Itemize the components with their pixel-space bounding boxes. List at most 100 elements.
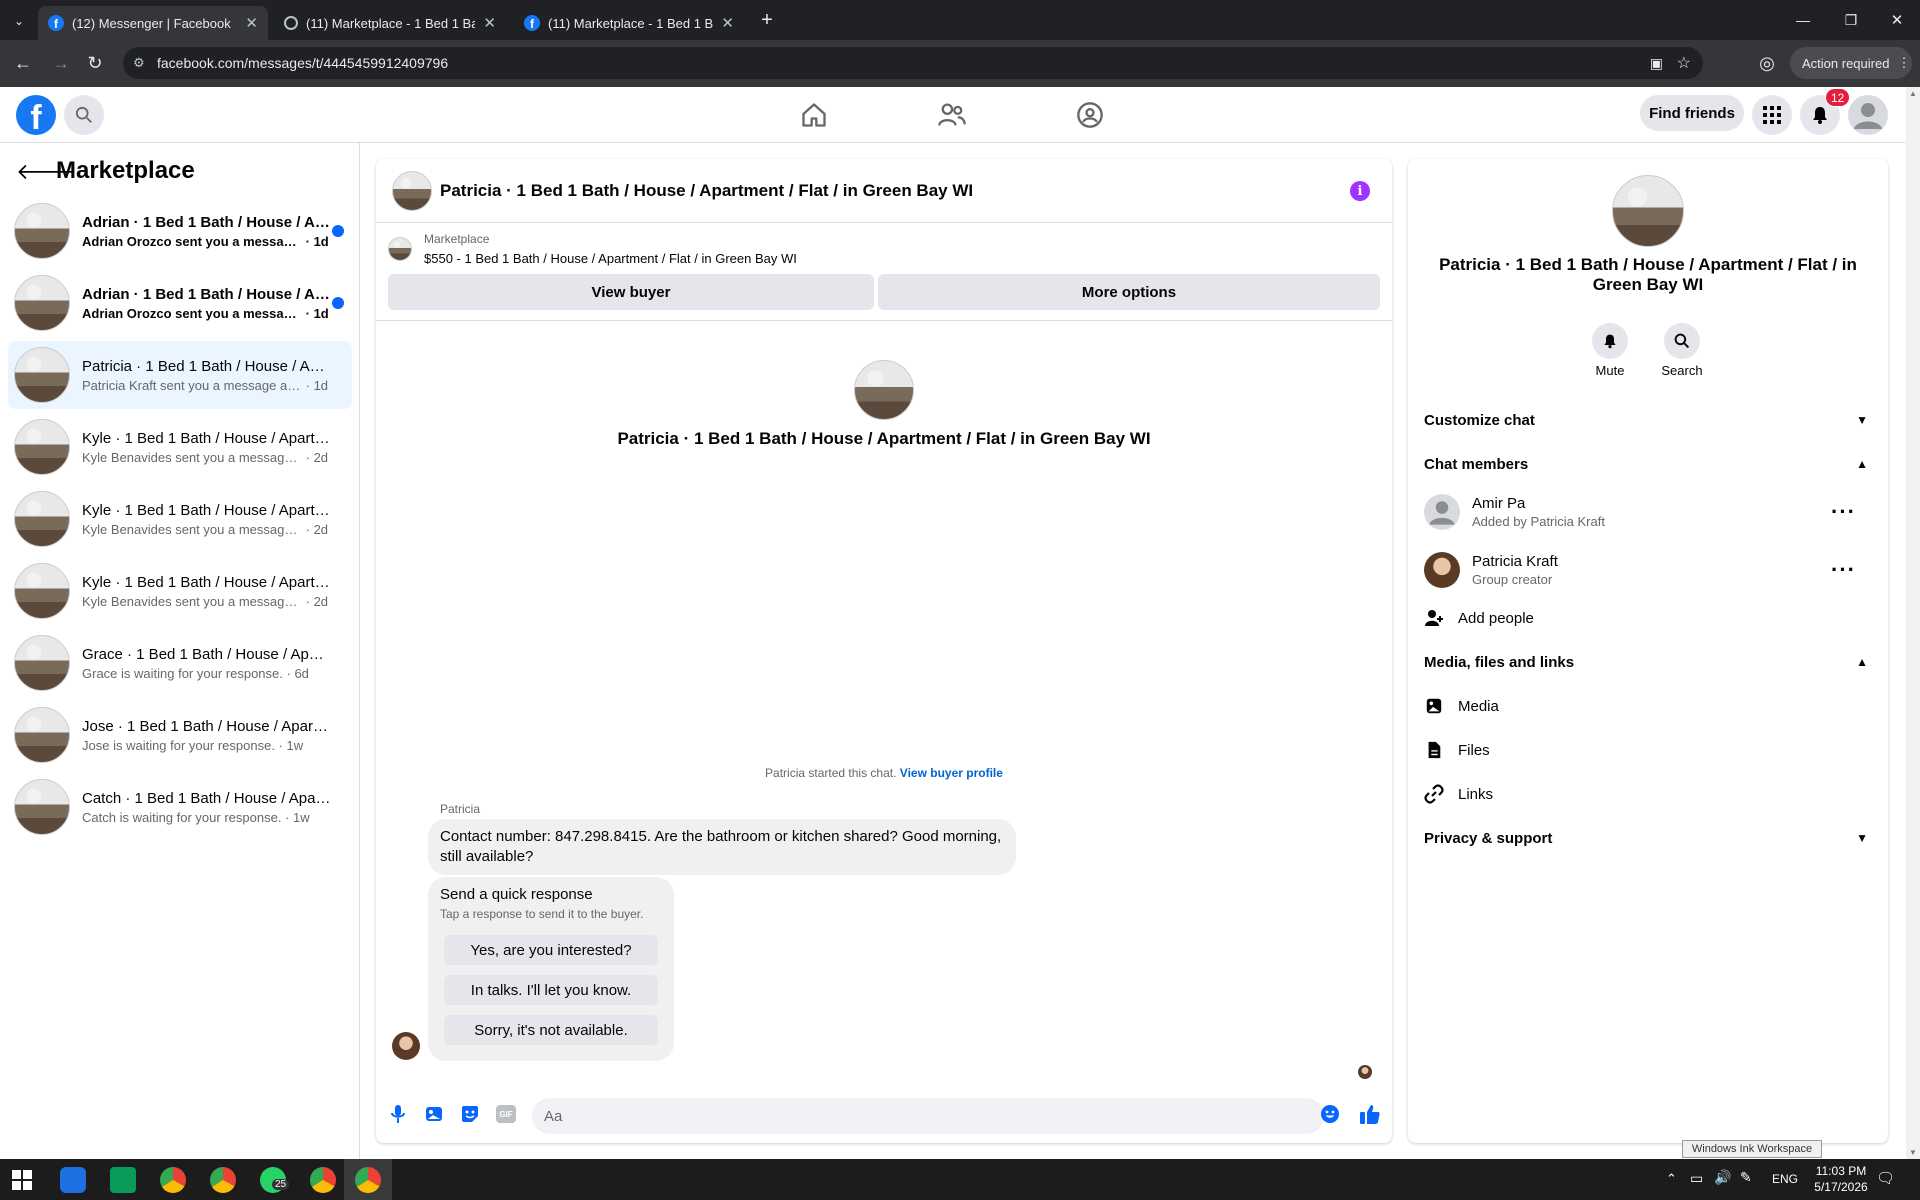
clock-time: 11:03 PM <box>1815 1164 1867 1178</box>
chat-thumbnail[interactable] <box>392 170 432 211</box>
conversation-item[interactable]: Kyle · 1 Bed 1 Bath / House / Apartment … <box>8 557 352 625</box>
restore-window-icon[interactable]: ❐ <box>1838 7 1864 33</box>
chat-title[interactable]: Patricia · 1 Bed 1 Bath / House / Apartm… <box>440 181 973 201</box>
media-row[interactable]: Media <box>1424 686 1872 726</box>
search-in-chat-button[interactable] <box>1664 323 1700 359</box>
quick-response-not-available-button[interactable]: Sorry, it's not available. <box>444 1015 658 1045</box>
chat-members-section[interactable]: Chat members ▲ <box>1424 444 1872 484</box>
emoji-icon[interactable] <box>1318 1102 1342 1126</box>
nav-friends[interactable] <box>934 97 970 133</box>
nav-home[interactable] <box>796 97 832 133</box>
quick-response-in-talks-button[interactable]: In talks. I'll let you know. <box>444 975 658 1005</box>
files-label: Files <box>1458 741 1490 759</box>
mute-button[interactable] <box>1592 323 1628 359</box>
back-icon[interactable]: ← <box>10 50 36 76</box>
photo-icon[interactable] <box>422 1102 446 1126</box>
privacy-support-section[interactable]: Privacy & support ▼ <box>1424 818 1872 858</box>
conversation-item[interactable]: Adrian · 1 Bed 1 Bath / House / Apartmen… <box>8 197 352 265</box>
conversation-preview: Adrian Orozco sent you a message... <box>82 233 302 249</box>
account-avatar[interactable] <box>1848 95 1888 135</box>
sender-avatar[interactable] <box>392 1032 420 1060</box>
conversation-time: · 1w <box>274 737 304 753</box>
banner-listing[interactable]: $550 - 1 Bed 1 Bath / House / Apartment … <box>424 251 797 266</box>
info-icon[interactable]: i <box>1350 181 1370 201</box>
scroll-up-icon[interactable]: ▲ <box>1909 89 1917 98</box>
language-indicator[interactable]: ENG <box>1772 1172 1798 1186</box>
profile-icon[interactable]: ◎ <box>1754 50 1780 76</box>
volume-icon[interactable]: 🔊 <box>1714 1169 1731 1186</box>
sticker-icon[interactable] <box>458 1102 482 1126</box>
action-required-button[interactable]: Action required ⋮ <box>1790 47 1912 79</box>
search-button[interactable] <box>64 95 104 135</box>
active-taskbar-item[interactable] <box>344 1159 392 1200</box>
find-friends-button[interactable]: Find friends <box>1640 95 1744 131</box>
conversation-item[interactable]: Grace · 1 Bed 1 Bath / House / Apartment… <box>8 629 352 697</box>
close-window-icon[interactable]: ✕ <box>1884 7 1910 33</box>
address-bar[interactable]: ⚙ facebook.com/messages/t/44454599124097… <box>123 47 1703 79</box>
more-options-button[interactable]: More options <box>878 274 1380 310</box>
conversation-item-selected[interactable]: Patricia · 1 Bed 1 Bath / House / Apartm… <box>8 341 352 409</box>
view-buyer-profile-link[interactable]: View buyer profile <box>900 766 1003 780</box>
links-row[interactable]: Links <box>1424 774 1872 814</box>
facebook-logo-icon[interactable]: f <box>16 95 56 135</box>
tab-title: (12) Messenger | Facebook <box>72 15 231 31</box>
gif-icon[interactable]: GIF <box>494 1102 518 1126</box>
conversation-item[interactable]: Jose · 1 Bed 1 Bath / House / Apartment … <box>8 701 352 769</box>
member-row[interactable]: Amir Pa Added by Patricia Kraft ··· <box>1424 486 1872 538</box>
media-files-links-section[interactable]: Media, files and links ▲ <box>1424 642 1872 682</box>
install-app-icon[interactable]: ▣ <box>1650 55 1663 72</box>
close-tab-icon[interactable]: ✕ <box>721 14 734 32</box>
microphone-icon[interactable] <box>386 1102 410 1126</box>
close-tab-icon[interactable]: ✕ <box>483 14 496 32</box>
quick-response-card: Send a quick response Tap a response to … <box>428 877 674 1061</box>
scroll-down-icon[interactable]: ▼ <box>1909 1148 1917 1157</box>
minimize-window-icon[interactable]: — <box>1790 7 1816 33</box>
files-row[interactable]: Files <box>1424 730 1872 770</box>
site-settings-icon[interactable]: ⚙ <box>133 55 145 71</box>
conversation-preview: Grace is waiting for your response. <box>82 665 283 681</box>
customize-chat-section[interactable]: Customize chat ▼ <box>1424 400 1872 440</box>
tray-chevron-icon[interactable]: ⌃ <box>1666 1171 1677 1187</box>
chrome-icon[interactable] <box>210 1167 236 1193</box>
conversation-item[interactable]: Kyle · 1 Bed 1 Bath / House / Apartment … <box>8 485 352 553</box>
conversation-item[interactable]: Kyle · 1 Bed 1 Bath / House / Apartment … <box>8 413 352 481</box>
network-icon[interactable]: ▭ <box>1690 1170 1703 1187</box>
bookmark-star-icon[interactable]: ☆ <box>1677 53 1691 73</box>
reload-icon[interactable]: ↻ <box>82 50 108 76</box>
app-icon-1[interactable] <box>60 1167 86 1193</box>
conversation-name: Jose · 1 Bed 1 Bath / House / Apartment … <box>82 717 332 735</box>
close-tab-icon[interactable]: ✕ <box>245 14 258 32</box>
facebook-favicon-icon: f <box>48 15 64 31</box>
more-options-icon[interactable]: ··· <box>1831 499 1856 525</box>
tab-search-chevron-icon[interactable]: ⌄ <box>6 8 32 34</box>
app-icon-2[interactable] <box>110 1167 136 1193</box>
add-people-row[interactable]: Add people <box>1424 598 1872 638</box>
notification-center-icon[interactable]: 🗨 <box>1876 1169 1895 1187</box>
chrome-icon[interactable] <box>310 1167 336 1193</box>
nav-groups[interactable] <box>1072 97 1108 133</box>
mute-label: Mute <box>1595 363 1625 378</box>
chrome-icon[interactable] <box>160 1167 186 1193</box>
new-tab-icon[interactable]: + <box>754 7 780 33</box>
pen-ink-icon[interactable]: ✎ <box>1740 1169 1752 1186</box>
marketplace-banner: Marketplace $550 - 1 Bed 1 Bath / House … <box>376 223 1392 321</box>
conversation-item[interactable]: Catch · 1 Bed 1 Bath / House / Apartment… <box>8 773 352 841</box>
like-thumbs-up-icon[interactable] <box>1358 1102 1382 1126</box>
message-bubble[interactable]: Contact number: 847.298.8415. Are the ba… <box>428 819 1016 875</box>
windows-start-icon[interactable] <box>12 1170 32 1190</box>
page-scrollbar[interactable]: ▲ ▼ <box>1906 87 1920 1159</box>
browser-tab-1[interactable]: f (12) Messenger | Facebook ✕ <box>38 6 268 40</box>
browser-tab-2[interactable]: (11) Marketplace - 1 Bed 1 Bath ✕ <box>274 6 506 40</box>
quick-response-yes-button[interactable]: Yes, are you interested? <box>444 935 658 965</box>
intro-title: Patricia · 1 Bed 1 Bath / House / Apartm… <box>617 429 1151 448</box>
menu-button[interactable] <box>1752 95 1792 135</box>
view-buyer-button[interactable]: View buyer <box>388 274 874 310</box>
message-input[interactable]: Aa <box>532 1098 1324 1134</box>
more-options-icon[interactable]: ··· <box>1831 557 1856 583</box>
clock[interactable]: 11:03 PM 5/17/2026 <box>1806 1163 1876 1195</box>
listing-thumbnail <box>14 491 70 547</box>
member-row[interactable]: Patricia Kraft Group creator ··· <box>1424 544 1872 596</box>
browser-tab-3[interactable]: f (11) Marketplace - 1 Bed 1 Bath ✕ <box>514 6 744 40</box>
forward-icon[interactable]: → <box>48 50 74 76</box>
conversation-item[interactable]: Adrian · 1 Bed 1 Bath / House / Apartmen… <box>8 269 352 337</box>
